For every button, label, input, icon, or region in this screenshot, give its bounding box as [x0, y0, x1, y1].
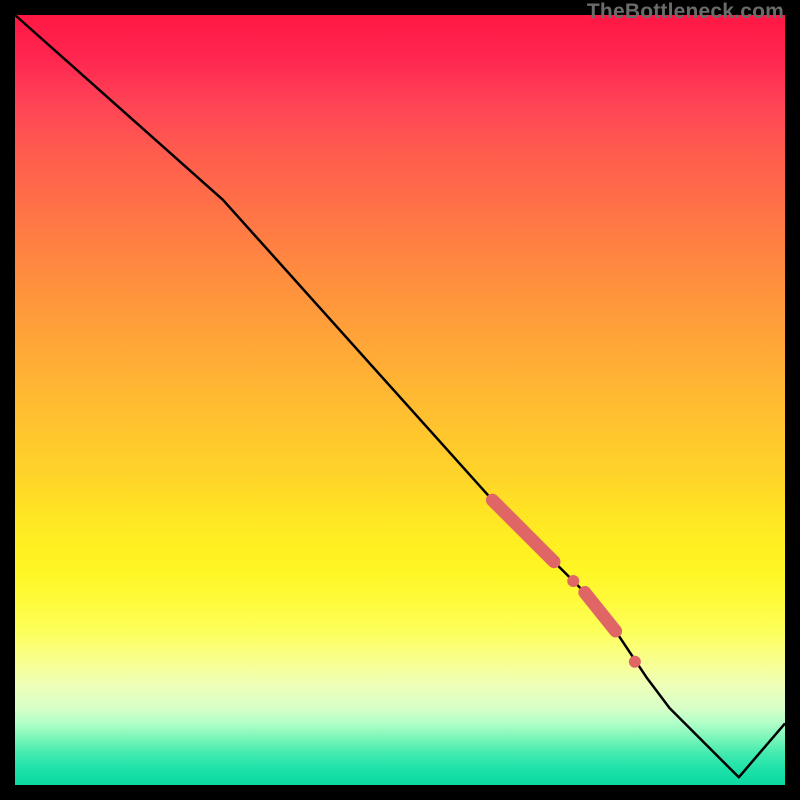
chart-container: TheBottleneck.com [0, 0, 800, 800]
gradient-plot-area [15, 15, 785, 785]
watermark-text: TheBottleneck.com [587, 0, 784, 24]
